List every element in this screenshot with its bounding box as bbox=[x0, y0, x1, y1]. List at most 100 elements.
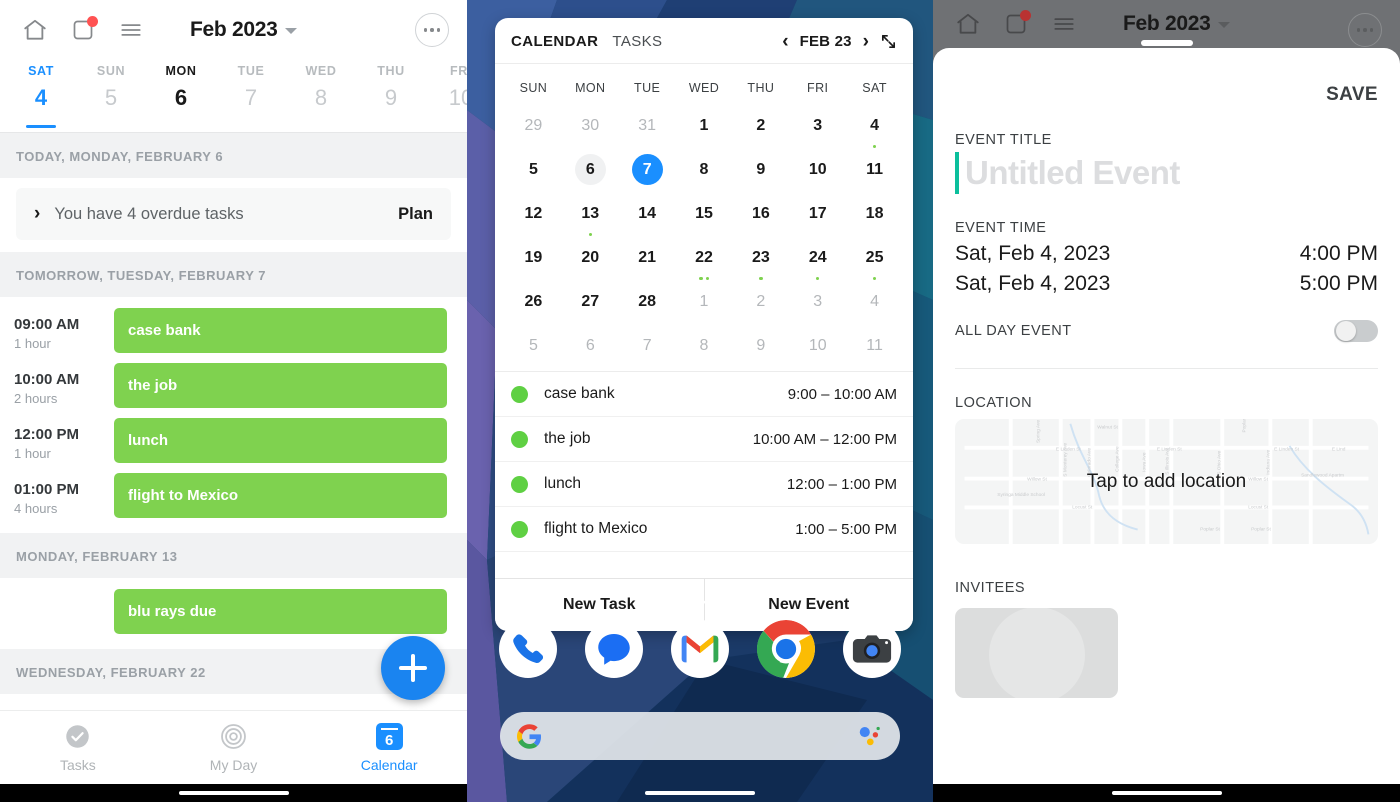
day-cell-4[interactable]: WED 8 bbox=[286, 60, 356, 132]
google-search-bar[interactable] bbox=[500, 712, 900, 760]
month-day-cell[interactable]: 8 bbox=[676, 147, 733, 191]
expand-icon[interactable] bbox=[880, 33, 897, 50]
event-start-date[interactable]: Sat, Feb 4, 2023 bbox=[955, 242, 1110, 266]
month-day-cell[interactable]: 23 bbox=[732, 235, 789, 280]
month-day-cell[interactable]: 10 bbox=[789, 323, 846, 367]
event-bar[interactable]: lunch bbox=[114, 418, 447, 463]
month-day-cell[interactable]: 18 bbox=[846, 191, 903, 235]
page-title[interactable]: Feb 2023 bbox=[190, 18, 297, 42]
month-day-cell[interactable]: 11 bbox=[846, 323, 903, 367]
month-day-cell[interactable]: 14 bbox=[619, 191, 676, 235]
day-cell-2[interactable]: MON 6 bbox=[146, 60, 216, 132]
page-title[interactable]: Feb 2023 bbox=[1123, 12, 1230, 36]
more-options-icon[interactable] bbox=[1348, 13, 1382, 47]
chrome-icon[interactable] bbox=[757, 620, 815, 678]
month-day-cell[interactable]: 27 bbox=[562, 279, 619, 323]
tab-calendar[interactable]: 6 Calendar bbox=[311, 711, 467, 784]
tab-my-day[interactable]: My Day bbox=[156, 711, 312, 784]
month-day-cell[interactable]: 3 bbox=[789, 279, 846, 323]
widget-event-row[interactable]: lunch 12:00 – 1:00 PM bbox=[495, 462, 913, 507]
hamburger-menu-icon[interactable] bbox=[114, 13, 148, 47]
home-icon[interactable] bbox=[951, 7, 985, 41]
month-day-cell[interactable]: 9 bbox=[732, 147, 789, 191]
day-strip[interactable]: SAT 4 SUN 5 MON 6 TUE 7 WED 8 THU 9 FR 1 bbox=[0, 60, 467, 132]
month-day-cell[interactable]: 31 bbox=[619, 103, 676, 147]
month-day-cell[interactable]: 19 bbox=[505, 235, 562, 279]
month-day-cell[interactable]: 6 bbox=[562, 147, 619, 191]
month-day-cell[interactable]: 17 bbox=[789, 191, 846, 235]
tab-tasks[interactable]: Tasks bbox=[0, 711, 156, 784]
more-options-icon[interactable] bbox=[415, 13, 449, 47]
day-cell-0[interactable]: SAT 4 bbox=[6, 60, 76, 132]
app-drawer-chevron-up-icon[interactable] bbox=[687, 596, 713, 609]
event-bar[interactable]: case bank bbox=[114, 308, 447, 353]
assistant-icon[interactable] bbox=[856, 725, 883, 747]
month-day-cell[interactable]: 2 bbox=[732, 103, 789, 147]
month-day-cell[interactable]: 4 bbox=[846, 103, 903, 148]
month-day-cell[interactable]: 21 bbox=[619, 235, 676, 279]
event-row[interactable]: 10:00 AM 2 hours the job bbox=[0, 358, 467, 413]
widget-event-row[interactable]: the job 10:00 AM – 12:00 PM bbox=[495, 417, 913, 462]
messages-icon[interactable] bbox=[585, 620, 643, 678]
chevron-right-icon[interactable]: › bbox=[863, 32, 869, 51]
gmail-icon[interactable] bbox=[671, 620, 729, 678]
month-day-cell[interactable]: 29 bbox=[505, 103, 562, 147]
month-day-cell[interactable]: 12 bbox=[505, 191, 562, 235]
month-day-cell[interactable]: 28 bbox=[619, 279, 676, 323]
day-cell-1[interactable]: SUN 5 bbox=[76, 60, 146, 132]
invitee-avatar-placeholder[interactable] bbox=[955, 608, 1118, 698]
month-day-cell[interactable]: 8 bbox=[676, 323, 733, 367]
sheet-drag-handle[interactable] bbox=[1140, 40, 1193, 46]
month-day-cell[interactable]: 6 bbox=[562, 323, 619, 367]
hamburger-menu-icon[interactable] bbox=[1047, 7, 1081, 41]
month-day-cell[interactable]: 11 bbox=[846, 147, 903, 191]
location-map-placeholder[interactable]: Walnut St E Linden St E Linden St E Lind… bbox=[955, 419, 1378, 544]
month-day-cell[interactable]: 9 bbox=[732, 323, 789, 367]
save-button[interactable]: SAVE bbox=[1326, 84, 1378, 105]
event-bar[interactable]: the job bbox=[114, 363, 447, 408]
widget-event-row[interactable]: case bank 9:00 – 10:00 AM bbox=[495, 372, 913, 417]
inbox-icon[interactable] bbox=[66, 13, 100, 47]
month-day-cell[interactable]: 4 bbox=[846, 279, 903, 323]
month-day-cell[interactable]: 15 bbox=[676, 191, 733, 235]
month-day-cell[interactable]: 10 bbox=[789, 147, 846, 191]
day-cell-6[interactable]: FRI 10 bbox=[426, 60, 467, 132]
widget-tab-tasks[interactable]: TASKS bbox=[612, 33, 662, 50]
event-bar[interactable]: blu rays due bbox=[114, 589, 447, 634]
camera-icon[interactable] bbox=[843, 620, 901, 678]
plan-button[interactable]: Plan bbox=[398, 205, 433, 224]
month-day-cell[interactable]: 5 bbox=[505, 323, 562, 367]
month-day-cell[interactable]: 22 bbox=[676, 235, 733, 280]
overdue-tasks-row[interactable]: › You have 4 overdue tasks Plan bbox=[16, 188, 451, 240]
home-icon[interactable] bbox=[18, 13, 52, 47]
event-end-time[interactable]: 5:00 PM bbox=[1300, 272, 1378, 296]
month-day-cell[interactable]: 1 bbox=[676, 279, 733, 323]
add-button[interactable] bbox=[381, 636, 445, 700]
widget-event-row[interactable]: flight to Mexico 1:00 – 5:00 PM bbox=[495, 507, 913, 552]
event-start-row[interactable]: Sat, Feb 4, 2023 4:00 PM bbox=[955, 242, 1378, 266]
month-day-cell[interactable]: 30 bbox=[562, 103, 619, 147]
month-day-cell[interactable]: 16 bbox=[732, 191, 789, 235]
month-day-cell[interactable]: 2 bbox=[732, 279, 789, 323]
month-day-cell[interactable]: 25 bbox=[846, 235, 903, 280]
month-day-cell[interactable]: 7 bbox=[619, 147, 676, 191]
month-day-cell[interactable]: 20 bbox=[562, 235, 619, 279]
event-end-row[interactable]: Sat, Feb 4, 2023 5:00 PM bbox=[955, 272, 1378, 296]
phone-icon[interactable] bbox=[499, 620, 557, 678]
widget-tab-calendar[interactable]: CALENDAR bbox=[511, 33, 598, 50]
event-start-time[interactable]: 4:00 PM bbox=[1300, 242, 1378, 266]
month-day-cell[interactable]: 1 bbox=[676, 103, 733, 147]
month-day-cell[interactable]: 3 bbox=[789, 103, 846, 147]
chevron-left-icon[interactable]: ‹ bbox=[782, 32, 788, 51]
month-day-cell[interactable]: 7 bbox=[619, 323, 676, 367]
month-day-cell[interactable]: 5 bbox=[505, 147, 562, 191]
event-row[interactable]: blu rays due bbox=[0, 584, 467, 639]
event-end-date[interactable]: Sat, Feb 4, 2023 bbox=[955, 272, 1110, 296]
month-day-cell[interactable]: 26 bbox=[505, 279, 562, 323]
event-row[interactable]: 09:00 AM 1 hour case bank bbox=[0, 303, 467, 358]
event-row[interactable]: 12:00 PM 1 hour lunch bbox=[0, 413, 467, 468]
event-bar[interactable]: flight to Mexico bbox=[114, 473, 447, 518]
month-day-cell[interactable]: 13 bbox=[562, 191, 619, 236]
all-day-event-toggle[interactable] bbox=[1334, 320, 1378, 342]
day-cell-3[interactable]: TUE 7 bbox=[216, 60, 286, 132]
